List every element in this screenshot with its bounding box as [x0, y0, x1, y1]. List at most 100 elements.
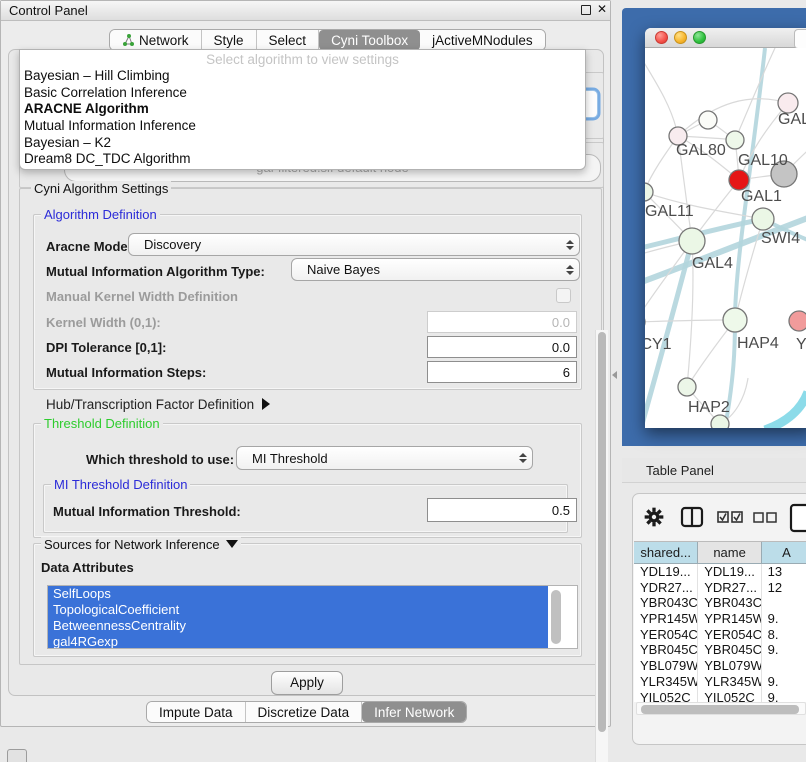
table-row[interactable]: YER054CYER054C8.: [634, 627, 806, 643]
node-gal1[interactable]: [729, 170, 749, 190]
attribute-list-item[interactable]: gal4RGexp: [48, 634, 548, 649]
dropdown-items: Bayesian – Hill ClimbingBasic Correlatio…: [20, 68, 585, 168]
column-header-3[interactable]: A: [762, 542, 806, 564]
manual-kernel-width-checkbox[interactable]: [556, 288, 571, 303]
which-threshold-combo[interactable]: MI Threshold: [236, 446, 533, 470]
table-row[interactable]: YBR043CYBR043C: [634, 595, 806, 611]
mi-threshold-field[interactable]: 0.5: [427, 498, 577, 522]
table-row[interactable]: YBR045CYBR045C9.: [634, 642, 806, 658]
algorithm-option[interactable]: Dream8 DC_TDC Algorithm: [20, 151, 585, 168]
table-row[interactable]: YLR345WYLR345W9.: [634, 674, 806, 690]
dpi-tolerance-field[interactable]: 0.0: [427, 336, 577, 358]
tab-cyni-toolbox[interactable]: Cyni Toolbox: [319, 30, 420, 50]
close-icon[interactable]: ✕: [597, 2, 607, 16]
which-threshold-value: MI Threshold: [237, 451, 514, 466]
node-label: HAP4: [737, 335, 779, 352]
zoom-traffic-light-icon[interactable]: [693, 31, 706, 44]
table-cell: YIL052C: [634, 690, 698, 703]
attribute-list-scrollbar-thumb[interactable]: [551, 590, 561, 644]
unchecked-boxes-icon[interactable]: [753, 512, 777, 523]
algorithm-option[interactable]: ARACNE Algorithm: [20, 101, 585, 118]
column-header-1[interactable]: shared...: [634, 542, 698, 564]
table-horizontal-scrollbar[interactable]: [636, 702, 806, 715]
threshold-definition-title: Threshold Definition: [41, 416, 163, 431]
manual-kernel-width-label: Manual Kernel Width Definition: [46, 289, 238, 304]
network-canvas[interactable]: GAL80GAL10GAL1GAL11SWI4GAL4GCY1HAP4YHAP2…: [645, 48, 806, 428]
node-label: GAL4: [692, 255, 733, 272]
tab-label: Impute Data: [159, 705, 233, 720]
mi-steps-field[interactable]: 6: [427, 361, 577, 383]
attribute-table: shared...nameA YDL19...YDL19...13YDR27..…: [634, 541, 806, 702]
vertical-scrollbar-thumb[interactable]: [598, 332, 606, 732]
attribute-list-item[interactable]: SelfLoops: [48, 586, 548, 602]
column-header-2[interactable]: name: [698, 542, 762, 564]
mi-threshold-label: Mutual Information Threshold:: [53, 504, 241, 519]
settings-vertical-scrollbar[interactable]: [595, 330, 608, 762]
attribute-list-item[interactable]: TopologicalCoefficient: [48, 602, 548, 618]
table-cell: 9.: [762, 690, 806, 703]
mi-algorithm-type-combo[interactable]: Naive Bayes: [291, 258, 580, 281]
checked-boxes-icon[interactable]: [717, 511, 743, 524]
node-y[interactable]: [789, 311, 806, 331]
table-row[interactable]: YPR145WYPR145W9.: [634, 611, 806, 627]
table-scrollbar-thumb[interactable]: [641, 705, 799, 714]
minimized-panel-button[interactable]: [7, 749, 27, 762]
node-unlabeled[interactable]: [711, 415, 729, 428]
table-cell: 9.: [762, 674, 806, 690]
node-gal11[interactable]: [645, 183, 653, 201]
tab-select[interactable]: Select: [257, 30, 320, 50]
table-row[interactable]: YBL079WYBL079W: [634, 658, 806, 674]
settings-group-title: Cyni Algorithm Settings: [31, 181, 171, 196]
apply-button[interactable]: Apply: [271, 671, 343, 695]
table-row[interactable]: YIL052CYIL052C9.: [634, 690, 806, 703]
node-label: GAL10: [738, 152, 788, 169]
tab-style[interactable]: Style: [202, 30, 257, 50]
table-panel-title: Table Panel: [646, 463, 714, 478]
control-panel-window: Control Panel ✕ gal-filtered.sif default…: [0, 0, 611, 727]
algorithm-option[interactable]: Bayesian – K2: [20, 135, 585, 152]
aracne-mode-combo[interactable]: Discovery: [128, 233, 580, 256]
splitpane-collapse-arrow[interactable]: [612, 371, 617, 379]
table-cell: [762, 595, 806, 611]
expand-right-icon: [262, 398, 270, 410]
attribute-list-item[interactable]: BetweennessCentrality: [48, 618, 548, 634]
algorithm-option[interactable]: Mutual Information Inference: [20, 118, 585, 135]
columns-icon[interactable]: [680, 506, 704, 528]
tab-jactivemnodules[interactable]: jActiveMNodules: [420, 30, 545, 50]
node-gal4[interactable]: [679, 228, 705, 254]
kernel-width-field[interactable]: 0.0: [427, 311, 577, 333]
algorithm-option[interactable]: Basic Correlation Inference: [20, 85, 585, 102]
table-cell: YER054C: [634, 627, 698, 643]
minimize-traffic-light-icon[interactable]: [674, 31, 687, 44]
algorithm-option[interactable]: Bayesian – Hill Climbing: [20, 68, 585, 85]
tab-infer-network[interactable]: Infer Network: [362, 702, 466, 722]
table-cell: 12: [762, 580, 806, 596]
aracne-mode-label: Aracne Mode:: [46, 239, 132, 254]
node-unlabeled[interactable]: [699, 111, 717, 129]
titlebar-widget: [794, 29, 806, 49]
node-swi4[interactable]: [752, 208, 774, 230]
mi-algorithm-type-label: Mutual Information Algorithm Type:: [46, 264, 265, 279]
sources-title-row[interactable]: Sources for Network Inference: [41, 537, 241, 552]
tab-impute-data[interactable]: Impute Data: [147, 702, 246, 722]
new-table-icon[interactable]: [789, 503, 806, 533]
close-traffic-light-icon[interactable]: [655, 31, 668, 44]
table-row[interactable]: YDR27...YDR27...12: [634, 580, 806, 596]
hub-definition-toggle[interactable]: Hub/Transcription Factor Definition: [46, 397, 270, 412]
node-gal[interactable]: [778, 93, 798, 113]
table-cell: YBL079W: [698, 658, 761, 674]
tab-network[interactable]: Network: [110, 30, 202, 50]
tab-label: jActiveMNodules: [432, 33, 533, 48]
tab-discretize-data[interactable]: Discretize Data: [246, 702, 363, 722]
hub-definition-label: Hub/Transcription Factor Definition: [46, 397, 254, 412]
float-window-icon[interactable]: [581, 5, 591, 15]
node-gal10[interactable]: [726, 131, 744, 149]
combo-stepper-icon: [514, 453, 532, 463]
gear-icon[interactable]: [643, 506, 665, 528]
node-hap4[interactable]: [723, 308, 747, 332]
network-window-titlebar[interactable]: [645, 28, 806, 48]
table-row[interactable]: YDL19...YDL19...13: [634, 564, 806, 580]
node-hap2[interactable]: [678, 378, 696, 396]
data-attributes-list[interactable]: SelfLoopsTopologicalCoefficientBetweenne…: [47, 585, 578, 649]
sources-title: Sources for Network Inference: [44, 537, 220, 552]
